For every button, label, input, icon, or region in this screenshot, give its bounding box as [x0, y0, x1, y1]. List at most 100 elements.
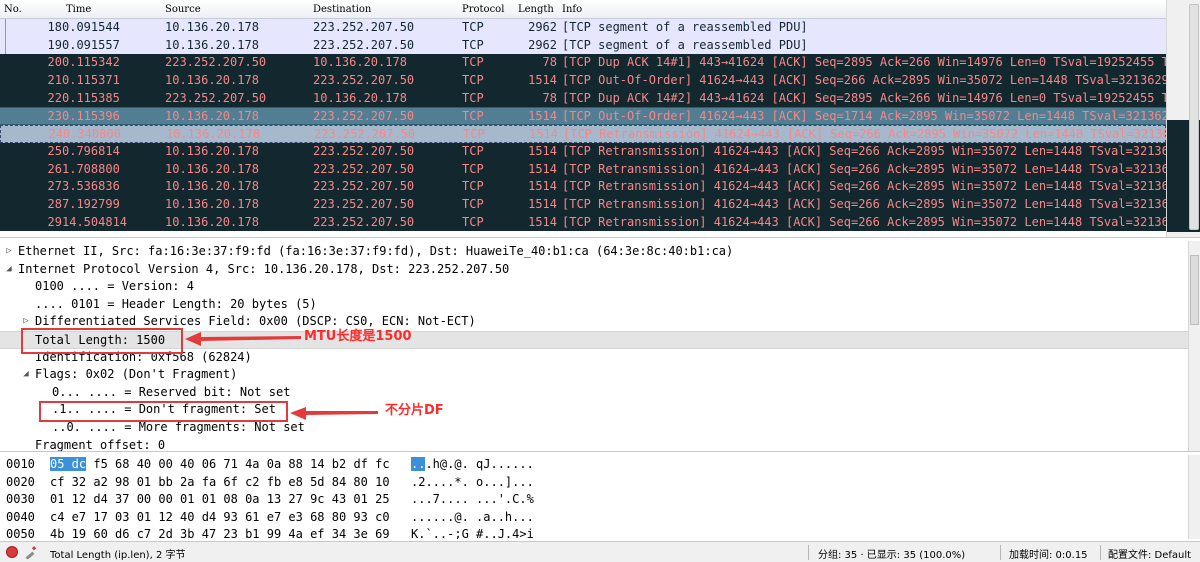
column-header-length[interactable]: Length — [518, 4, 554, 15]
packet-cell-src: 10.136.20.178 — [166, 127, 260, 142]
bytes-offset: 0030 — [6, 492, 35, 507]
packet-row[interactable]: 29 14.504814 10.136.20.178 223.252.207.50 TC… — [0, 213, 1166, 232]
bytes-hex-values: 4b 19 60 d6 c7 2d 3b 47 23 b1 99 4a ef 3… — [50, 527, 390, 539]
packet-row[interactable]: 27 3.536836 10.136.20.178 223.252.207.50 TCP… — [0, 178, 1166, 196]
bytes-row[interactable]: 0050 4b 19 60 d6 c7 2d 3b 47 23 b1 99 4a … — [0, 526, 1188, 539]
expanded-triangle-icon[interactable]: ◢ — [4, 261, 14, 279]
packet-row[interactable]: 22 0.115385 223.252.207.50 10.136.20.178 TCP… — [0, 89, 1166, 108]
status-separator — [808, 545, 809, 560]
packet-bytes-pane[interactable]: 0010 05 dc f5 68 40 00 40 06 71 4a 0a 88 … — [0, 455, 1200, 539]
packet-cell-dst: 223.252.207.50 — [313, 20, 415, 34]
packet-cell-proto: TCP — [462, 196, 484, 211]
packet-count-text: 分组: 35 · 已显示: 35 (100.0%) — [818, 550, 966, 561]
packet-cell-time: 0.091544 — [62, 20, 120, 34]
packet-cell-dst: 10.136.20.178 — [313, 90, 407, 105]
packet-row[interactable]: 26 1.708800 10.136.20.178 223.252.207.50 TCP… — [0, 160, 1166, 179]
bytes-ascii: .2....*. o...]... — [411, 474, 534, 492]
packet-cell-info: [TCP Dup ACK 14#1] 443→41624 [ACK] Seq=2… — [562, 55, 1166, 70]
mtu-arrow-icon — [185, 332, 301, 346]
packet-row[interactable]: 20 0.115342 223.252.207.50 10.136.20.178 TCP… — [0, 54, 1166, 73]
packet-cell-dst: 10.136.20.178 — [313, 55, 407, 70]
packet-cell-no: 19 — [47, 37, 62, 52]
column-header-destination[interactable]: Destination — [313, 4, 371, 15]
bytes-hex: c4 e7 17 03 01 12 40 d4 93 61 e7 e3 68 8… — [50, 509, 390, 527]
packet-cell-dst: 223.252.207.50 — [313, 214, 415, 229]
column-header-time[interactable]: Time — [66, 4, 91, 15]
collapsed-triangle-icon[interactable]: ▷ — [4, 243, 14, 261]
expanded-triangle-icon[interactable]: ◢ — [21, 366, 31, 384]
status-bar: Total Length (ip.len), 2 字节 分组: 35 · 已显示… — [0, 541, 1200, 562]
packet-cell-time: 0.115396 — [62, 109, 120, 124]
packet-cell-info: [TCP Dup ACK 14#2] 443→41624 [ACK] Seq=2… — [562, 90, 1166, 105]
packet-cell-time: 0.796814 — [62, 143, 120, 158]
bytes-ascii: K.`..-;G #..J.4>i — [411, 526, 534, 539]
packet-cell-info: [TCP Retransmission] 41624→443 [ACK] Seq… — [562, 161, 1166, 176]
bytes-ascii-values: .h@.@. qJ...... — [425, 457, 534, 471]
bytes-offset: 0010 — [6, 457, 35, 471]
packet-cell-info: [TCP segment of a reassembled PDU] — [562, 20, 808, 34]
packet-cell-src: 10.136.20.178 — [165, 20, 259, 34]
packet-cell-dst: 223.252.207.50 — [313, 109, 415, 124]
details-row[interactable]: 0100 .... = Version: 4 — [0, 278, 1188, 296]
packet-cell-len: 78 — [542, 90, 557, 105]
packet-cell-src: 10.136.20.178 — [165, 73, 259, 88]
packet-row[interactable]: 21 0.115371 10.136.20.178 223.252.207.50 TCP… — [0, 72, 1166, 90]
df-arrow-icon — [290, 407, 378, 420]
packet-cell-len: 2962 — [528, 20, 557, 34]
bytes-row[interactable]: 0020 cf 32 a2 98 01 bb 2a fa 6f c2 fb e8 … — [0, 474, 1188, 492]
packet-cell-dst: 223.252.207.50 — [313, 196, 415, 211]
packet-cell-no: 18 — [47, 20, 62, 34]
packet-rows: 18 0.091544 10.136.20.178 223.252.207.50 TCP… — [0, 19, 1167, 232]
bytes-row[interactable]: 0010 05 dc f5 68 40 00 40 06 71 4a 0a 88 … — [0, 456, 1188, 474]
packet-cell-proto: TCP — [463, 127, 485, 142]
bytes-scrollbar[interactable] — [1188, 455, 1200, 539]
packet-row[interactable]: 28 7.192799 10.136.20.178 223.252.207.50 TCP… — [0, 195, 1166, 214]
column-header-no[interactable]: No. — [4, 4, 22, 15]
packet-cell-time: 7.192799 — [62, 196, 120, 211]
packet-list-scroll-thumb[interactable] — [1189, 4, 1199, 230]
expert-info-icon[interactable] — [6, 546, 18, 558]
details-row[interactable]: ▷ Ethernet II, Src: fa:16:3e:37:f9:fd (fa… — [0, 243, 1188, 261]
column-header-source[interactable]: Source — [165, 4, 201, 15]
details-row[interactable]: 0... .... = Reserved bit: Not set — [0, 384, 1188, 402]
packet-row[interactable]: 23 0.115396 10.136.20.178 223.252.207.50 TCP… — [0, 107, 1166, 126]
packet-cell-src: 10.136.20.178 — [165, 214, 259, 229]
details-row[interactable]: Fragment offset: 0 — [0, 437, 1188, 451]
packet-cell-proto: TCP — [462, 161, 484, 176]
packet-cell-time: 0.091557 — [62, 37, 120, 52]
packet-cell-len: 1514 — [528, 161, 557, 176]
bytes-row[interactable]: 0030 01 12 d4 37 00 00 01 01 08 0a 13 27 … — [0, 491, 1188, 509]
mtu-annotation: MTU长度是1500 — [304, 329, 412, 344]
edit-comment-icon[interactable] — [24, 545, 38, 559]
packet-cell-dst: 223.252.207.50 — [313, 179, 415, 194]
mtu-highlight-box — [21, 328, 183, 354]
details-row[interactable]: .... 0101 = Header Length: 20 bytes (5) — [0, 296, 1188, 314]
packet-list-pane[interactable]: No. Time Source Destination Protocol Len… — [0, 0, 1200, 238]
details-scrollbar[interactable] — [1188, 241, 1200, 451]
column-header-protocol[interactable]: Protocol — [462, 4, 504, 15]
packet-details-pane[interactable]: ▷ Ethernet II, Src: fa:16:3e:37:f9:fd (fa… — [0, 241, 1200, 452]
details-row[interactable]: ◢ Internet Protocol Version 4, Src: 10.13… — [0, 261, 1188, 279]
profile-text[interactable]: 配置文件: Default — [1108, 546, 1191, 561]
packet-cell-proto: TCP — [462, 109, 484, 124]
packet-row[interactable]: 18 0.091544 10.136.20.178 223.252.207.50 TCP… — [0, 19, 1166, 37]
packet-cell-len: 2962 — [528, 37, 557, 52]
details-row[interactable]: ◢ Flags: 0x02 (Don't Fragment) — [0, 366, 1188, 384]
packet-cell-info: [TCP Retransmission] 41624→443 [ACK] Seq… — [562, 214, 1166, 229]
packet-cell-time: 1.708800 — [62, 161, 120, 176]
related-packet-marker — [5, 19, 6, 37]
packet-cell-len: 1514 — [529, 127, 558, 142]
packet-row[interactable]: 25 0.796814 10.136.20.178 223.252.207.50 TCP… — [0, 142, 1166, 161]
details-row-text: Flags: 0x02 (Don't Fragment) — [35, 367, 238, 382]
details-scroll-thumb[interactable] — [1190, 255, 1199, 325]
packet-cell-src: 10.136.20.178 — [165, 161, 259, 176]
packet-cell-src: 223.252.207.50 — [165, 55, 267, 70]
bytes-hex-values: cf 32 a2 98 01 bb 2a fa 6f c2 fb e8 5d 8… — [50, 474, 390, 489]
packet-row[interactable]: 19 0.091557 10.136.20.178 223.252.207.50 TCP… — [0, 36, 1166, 55]
bytes-row[interactable]: 0040 c4 e7 17 03 01 12 40 d4 93 61 e7 e3 … — [0, 509, 1188, 527]
column-header-info[interactable]: Info — [562, 4, 582, 15]
packet-row[interactable]: 24 0.340800 10.136.20.178 223.252.207.50 TCP… — [0, 125, 1167, 143]
packet-list-scrollbar[interactable] — [1166, 0, 1200, 237]
related-packet-marker — [5, 36, 6, 55]
packet-cell-no: 20 — [47, 55, 62, 70]
